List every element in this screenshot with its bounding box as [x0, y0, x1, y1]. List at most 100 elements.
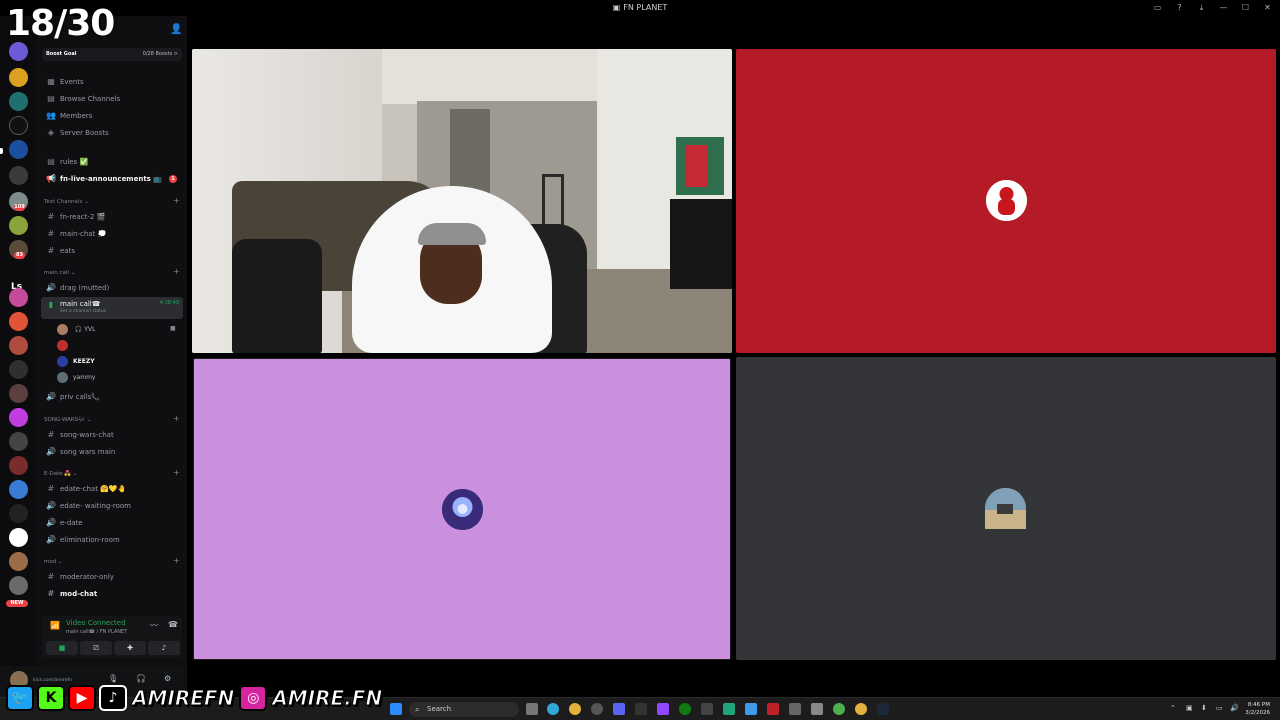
boost-goal-bar[interactable]: Boost Goal 0/28 Boosts > — [42, 48, 182, 61]
server-icon[interactable] — [9, 576, 28, 595]
task-view-icon[interactable] — [526, 703, 538, 715]
twitch-icon[interactable] — [657, 703, 669, 715]
discord-icon[interactable] — [613, 703, 625, 715]
settings-icon[interactable] — [811, 703, 823, 715]
server-icon[interactable] — [9, 312, 28, 331]
app-icon[interactable] — [833, 703, 845, 715]
channel-fn-react-2[interactable]: # fn-react-2 🎬 — [41, 209, 183, 224]
server-icon[interactable] — [9, 408, 28, 427]
server-icon[interactable] — [9, 166, 28, 185]
create-channel-icon[interactable]: + — [173, 556, 180, 565]
voice-user[interactable] — [57, 338, 73, 352]
video-tile-participant[interactable] — [193, 358, 731, 660]
channel-song-wars-chat[interactable]: # song-wars-chat — [41, 427, 183, 442]
app-icon[interactable] — [701, 703, 713, 715]
app-icon[interactable] — [767, 703, 779, 715]
disconnect-icon[interactable]: ☎ — [168, 620, 178, 629]
channel-drag[interactable]: 🔊 drag (mutted) — [41, 280, 183, 295]
add-member-icon[interactable]: 👤 — [170, 24, 182, 35]
category-song-wars[interactable]: SONG-WARS🎶 ⌄ — [44, 417, 91, 423]
screen-icon[interactable]: ▭ — [1153, 3, 1162, 13]
channel-main-chat[interactable]: # main-chat 💭 — [41, 226, 183, 241]
voice-user[interactable]: KEEZY — [57, 354, 95, 368]
server-icon[interactable] — [9, 480, 28, 499]
tray-app-icon[interactable]: ▣ — [1186, 704, 1193, 712]
server-icon[interactable] — [9, 140, 28, 159]
app-icon[interactable] — [855, 703, 867, 715]
create-channel-icon[interactable]: + — [173, 267, 180, 276]
channel-elimination-room[interactable]: 🔊 elimination-room — [41, 532, 183, 547]
server-icon[interactable] — [9, 504, 28, 523]
server-icon[interactable] — [9, 432, 28, 451]
settings-icon[interactable]: ⚙ — [164, 674, 171, 683]
server-icon[interactable] — [9, 68, 28, 87]
channel-main-call[interactable]: ▮ main call☎ 4:38:49 Set a channel status — [41, 297, 183, 319]
voice-user[interactable]: yammy — [57, 370, 95, 384]
server-icon[interactable] — [9, 552, 28, 571]
server-icon[interactable] — [9, 336, 28, 355]
activities-button[interactable]: ✚ — [114, 641, 146, 655]
channel-song-wars-main[interactable]: 🔊 song wars main — [41, 444, 183, 459]
server-icon[interactable] — [9, 288, 28, 307]
voice-user[interactable]: 🎧 YVL — [57, 322, 95, 336]
app-icon[interactable] — [591, 703, 603, 715]
channel-priv-calls[interactable]: 🔊 priv calls📞 — [41, 389, 183, 404]
app-icon[interactable] — [745, 703, 757, 715]
windows-start-icon[interactable] — [390, 703, 402, 715]
video-tile-participant[interactable] — [736, 357, 1276, 660]
category-e-date[interactable]: E-Date 💑 ⌄ — [44, 471, 78, 477]
camera-button[interactable]: ■ — [46, 641, 78, 655]
headphones-icon[interactable]: 🎧 — [136, 674, 146, 683]
taskbar-clock[interactable]: 8:46 PM 3/2/2026 — [1245, 701, 1270, 717]
channel-status[interactable]: Set a channel status — [60, 309, 106, 314]
xbox-icon[interactable] — [679, 703, 691, 715]
noise-suppression-icon[interactable]: 〰 — [150, 620, 158, 631]
nav-members[interactable]: 👥 Members — [41, 108, 183, 123]
soundboard-button[interactable]: ♪ — [148, 641, 180, 655]
network-icon[interactable]: ▭ — [1216, 704, 1223, 712]
server-icon[interactable] — [9, 116, 28, 135]
channel-announcements[interactable]: 📢 fn-live-announcements 📺 1 — [41, 171, 183, 186]
category-main-call[interactable]: main call ⌄ — [44, 270, 75, 276]
channel-e-date[interactable]: 🔊 e-date — [41, 515, 183, 530]
create-channel-icon[interactable]: + — [173, 468, 180, 477]
volume-icon[interactable]: 🔊 — [1230, 704, 1239, 712]
video-tile-participant[interactable] — [736, 49, 1276, 353]
server-icon[interactable] — [9, 360, 28, 379]
tray-chevron-icon[interactable]: ⌃ — [1170, 704, 1176, 712]
taskbar-search[interactable]: ⌕ Search — [409, 702, 519, 717]
server-icon[interactable] — [9, 528, 28, 547]
edge-icon[interactable] — [547, 703, 559, 715]
category-mod[interactable]: mod ⌄ — [44, 559, 63, 565]
microphone-icon[interactable]: 🎙 — [108, 674, 118, 683]
nav-server-boosts[interactable]: ◈ Server Boosts — [41, 125, 183, 140]
server-icon[interactable] — [9, 92, 28, 111]
server-icon[interactable] — [9, 456, 28, 475]
nav-browse-channels[interactable]: ▤ Browse Channels — [41, 91, 183, 106]
channel-mod-chat[interactable]: # mod-chat — [41, 586, 183, 601]
minimize-button[interactable]: — — [1219, 3, 1228, 13]
help-icon[interactable]: ? — [1175, 3, 1184, 13]
app-icon[interactable] — [723, 703, 735, 715]
server-icon[interactable] — [9, 384, 28, 403]
download-icon[interactable]: ⤓ — [1197, 3, 1206, 13]
channel-edate-waiting-room[interactable]: 🔊 edate- waiting-room — [41, 498, 183, 513]
category-text-channels[interactable]: Text Channels ⌄ — [44, 199, 89, 205]
maximize-button[interactable]: ☐ — [1241, 3, 1250, 13]
app-icon[interactable] — [789, 703, 801, 715]
nav-events[interactable]: ▦ Events — [41, 74, 183, 89]
chrome-icon[interactable] — [569, 703, 581, 715]
create-channel-icon[interactable]: + — [173, 414, 180, 423]
channel-edate-chat[interactable]: # edate-chat 🤗💛🤚 — [41, 481, 183, 496]
channel-moderator-only[interactable]: # moderator-only — [41, 569, 183, 584]
tray-app-icon[interactable]: ⬇ — [1201, 704, 1207, 712]
steam-icon[interactable] — [877, 703, 889, 715]
app-icon[interactable] — [635, 703, 647, 715]
create-channel-icon[interactable]: + — [173, 196, 180, 205]
channel-rules[interactable]: ▤ rules ✅ — [41, 154, 183, 169]
voice-status[interactable]: Video Connected — [66, 619, 126, 627]
video-tile-webcam[interactable] — [192, 49, 732, 353]
screen-share-button[interactable]: ⎚ — [80, 641, 112, 655]
server-icon[interactable] — [9, 216, 28, 235]
channel-eats[interactable]: # eats — [41, 243, 183, 258]
